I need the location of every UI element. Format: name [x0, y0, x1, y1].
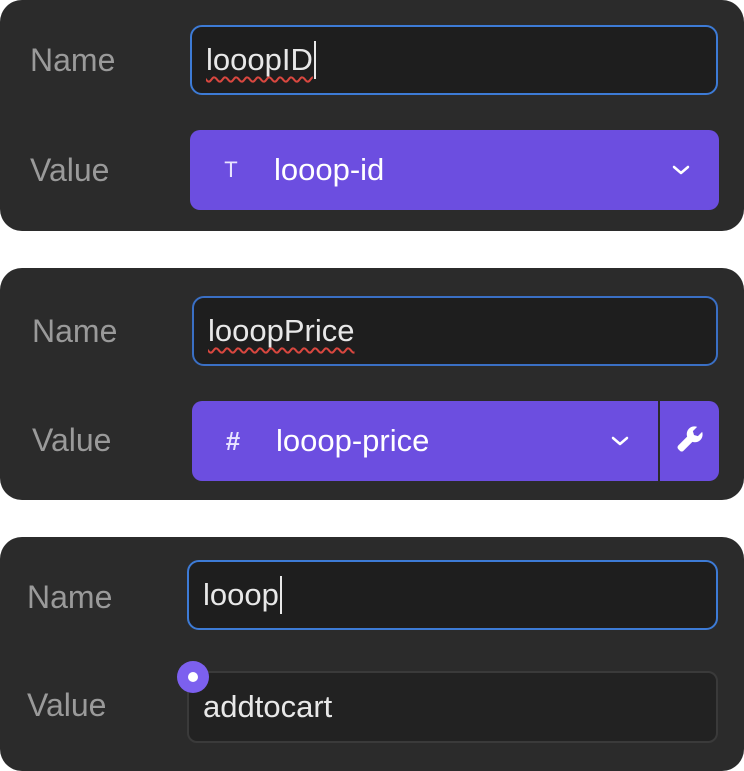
text-caret — [313, 41, 316, 79]
text-caret — [279, 576, 282, 614]
value-label: Value — [30, 152, 110, 188]
text-type-icon: T — [224, 157, 238, 182]
name-label: Name — [30, 42, 116, 78]
value-label: Value — [32, 422, 112, 458]
name-label: Name — [32, 313, 118, 349]
name-input[interactable]: looop — [187, 560, 718, 630]
name-input[interactable]: looopPrice — [192, 296, 718, 366]
name-input-value: looopPrice — [208, 313, 355, 348]
name-label: Name — [27, 579, 113, 615]
wrench-icon — [675, 424, 705, 459]
value-select-label: looop-id — [274, 152, 385, 187]
attribute-panel-1: Name looopID Value T looop-id — [0, 0, 744, 231]
attribute-panel-2: Name looopPrice Value # looop-price — [0, 268, 744, 500]
binding-dot-center — [188, 672, 198, 682]
wrench-button[interactable] — [660, 401, 719, 481]
name-input-value: looop — [203, 577, 279, 612]
value-select-label: looop-price — [276, 423, 430, 458]
value-input[interactable]: addtocart — [187, 671, 718, 743]
name-input-value: looopID — [206, 42, 313, 77]
value-input-text: addtocart — [203, 689, 333, 724]
chevron-down-icon[interactable] — [600, 435, 640, 447]
number-type-icon: # — [225, 425, 241, 456]
name-input[interactable]: looopID — [190, 25, 718, 95]
value-select[interactable]: T looop-id — [190, 130, 719, 210]
chevron-down-icon[interactable] — [661, 164, 701, 176]
value-select[interactable]: # looop-price — [192, 401, 658, 481]
binding-dot-icon[interactable] — [177, 661, 209, 693]
attribute-panel-3: Name looop Value addtocart — [0, 537, 744, 771]
value-label: Value — [27, 687, 107, 723]
